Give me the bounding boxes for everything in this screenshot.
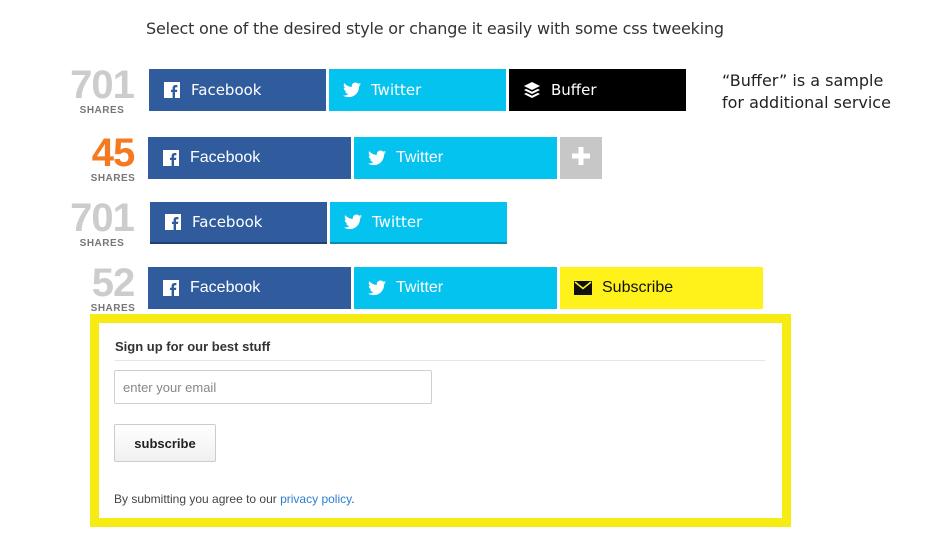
buffer-share-button[interactable]: Buffer: [509, 69, 686, 111]
twitter-share-button[interactable]: Twitter: [354, 267, 557, 309]
twitter-share-button[interactable]: Twitter: [329, 69, 506, 111]
buffer-note-line2: for additional service: [722, 93, 891, 112]
facebook-share-button[interactable]: Facebook: [149, 69, 326, 111]
privacy-notice: By submitting you agree to our privacy p…: [114, 492, 355, 506]
share-count: 52 SHARES: [73, 261, 153, 314]
twitter-label: Twitter: [396, 279, 444, 296]
share-count-label: SHARES: [90, 303, 136, 314]
subscribe-label: Subscribe: [602, 279, 674, 296]
page-heading: Select one of the desired style or chang…: [146, 19, 724, 38]
facebook-label: Facebook: [192, 213, 263, 231]
facebook-label: Facebook: [191, 81, 262, 99]
envelope-icon: [574, 279, 592, 297]
share-count-number: 45: [91, 131, 136, 175]
facebook-icon: [163, 81, 181, 99]
email-field[interactable]: [114, 370, 432, 404]
share-count: 701 SHARES: [62, 63, 142, 116]
twitter-share-button[interactable]: Twitter: [354, 137, 557, 179]
subscribe-button[interactable]: subscribe: [114, 424, 216, 462]
more-services-button[interactable]: [560, 137, 602, 179]
twitter-label: Twitter: [371, 81, 422, 99]
share-count: 45 SHARES: [73, 131, 153, 184]
subscribe-toggle-button[interactable]: Subscribe: [560, 267, 763, 309]
buffer-note-line1: “Buffer” is a sample: [722, 71, 884, 90]
facebook-icon: [162, 279, 180, 297]
share-count: 701 SHARES: [62, 196, 142, 249]
privacy-notice-suffix: .: [351, 492, 355, 506]
twitter-share-button[interactable]: Twitter: [330, 202, 507, 244]
facebook-icon: [164, 213, 182, 231]
buffer-icon: [523, 81, 541, 99]
facebook-icon: [162, 149, 180, 167]
twitter-icon: [368, 149, 386, 167]
share-count-number: 701: [70, 196, 135, 240]
facebook-share-button[interactable]: Facebook: [148, 137, 351, 179]
privacy-policy-link[interactable]: privacy policy: [280, 492, 351, 506]
twitter-icon: [368, 279, 386, 297]
plus-icon: [571, 146, 591, 171]
buffer-label: Buffer: [551, 81, 597, 99]
share-count-number: 52: [91, 261, 136, 305]
facebook-share-button[interactable]: Facebook: [150, 202, 327, 244]
privacy-notice-prefix: By submitting you agree to our: [114, 492, 281, 506]
facebook-share-button[interactable]: Facebook: [148, 267, 351, 309]
twitter-icon: [343, 81, 361, 99]
facebook-label: Facebook: [190, 149, 261, 166]
share-count-number: 701: [70, 63, 135, 107]
buffer-note: “Buffer” is a sample for additional serv…: [722, 70, 891, 114]
twitter-icon: [344, 213, 362, 231]
share-count-label: SHARES: [90, 173, 136, 184]
signup-title: Sign up for our best stuff: [115, 339, 765, 361]
signup-panel: Sign up for our best stuff subscribe By …: [90, 314, 791, 527]
facebook-label: Facebook: [190, 279, 261, 296]
twitter-label: Twitter: [372, 213, 423, 231]
twitter-label: Twitter: [396, 149, 444, 166]
